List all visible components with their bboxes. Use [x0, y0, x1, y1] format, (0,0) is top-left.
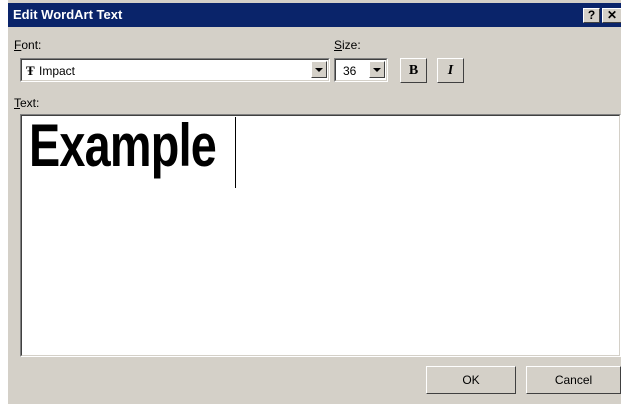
bold-button[interactable]: B: [400, 58, 427, 83]
help-button[interactable]: ?: [583, 8, 600, 23]
font-value: Impact: [39, 64, 76, 78]
close-button[interactable]: ✕: [602, 8, 621, 23]
font-label-text: ont:: [21, 38, 42, 52]
text-caret: [235, 117, 236, 188]
text-label-text: ext:: [20, 96, 40, 110]
text-label: Text:: [14, 96, 39, 110]
size-label-text: ize:: [342, 38, 361, 52]
italic-button[interactable]: I: [437, 58, 464, 83]
font-dropdown-button[interactable]: [311, 61, 327, 78]
title-bar: Edit WordArt Text ? ✕: [8, 3, 621, 27]
size-select[interactable]: 36: [334, 58, 388, 82]
truetype-font-icon: Ŧ: [26, 63, 35, 78]
size-label-accesskey: S: [334, 38, 343, 52]
size-label: Size:: [334, 38, 361, 52]
font-select[interactable]: Ŧ Impact: [20, 58, 330, 82]
edit-wordart-dialog: Edit WordArt Text ? ✕ Font: Ŧ Impact Siz…: [8, 0, 621, 404]
size-dropdown-button[interactable]: [369, 61, 385, 78]
wordart-text: Example: [29, 112, 217, 179]
ok-button[interactable]: OK: [426, 366, 516, 394]
font-label: Font:: [14, 38, 41, 52]
cancel-button[interactable]: Cancel: [526, 366, 621, 394]
dialog-title: Edit WordArt Text: [13, 7, 123, 22]
text-area[interactable]: Example: [20, 112, 621, 357]
size-value: 36: [343, 64, 357, 78]
